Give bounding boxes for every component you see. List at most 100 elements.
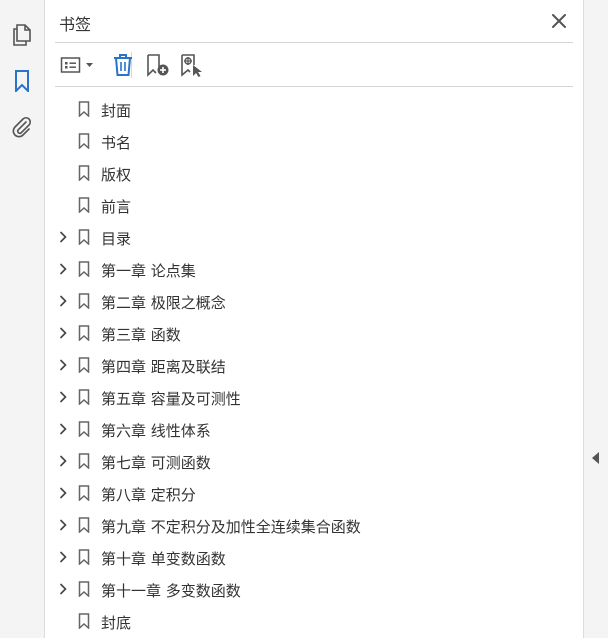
bookmark-item[interactable]: 封底	[45, 605, 583, 637]
expand-toggle[interactable]	[57, 454, 69, 468]
new-bookmark-button[interactable]	[145, 52, 171, 78]
bookmark-icon	[78, 165, 90, 182]
expand-toggle[interactable]	[57, 230, 69, 244]
toolbar-divider	[55, 86, 573, 87]
options-menu-icon	[60, 57, 93, 73]
bookmark-item[interactable]: 第八章 定积分	[45, 477, 583, 509]
bookmark-icon	[78, 197, 90, 214]
expand-toggle[interactable]	[57, 358, 69, 372]
options-menu-button[interactable]	[59, 52, 97, 78]
panel-title: 书签	[59, 15, 92, 34]
bookmark-label: 目录	[101, 230, 132, 248]
expand-toggle[interactable]	[57, 486, 69, 500]
collapse-arrow-icon	[592, 452, 599, 464]
bookmark-item[interactable]: 第一章 论点集	[45, 253, 583, 285]
chevron-right-icon	[59, 583, 67, 595]
expand-toggle[interactable]	[57, 518, 69, 532]
expand-toggle[interactable]	[57, 262, 69, 276]
bookmark-icon	[78, 101, 90, 118]
attachments-button[interactable]	[7, 112, 37, 142]
bookmark-item[interactable]: 第七章 可测函数	[45, 445, 583, 477]
bookmark-icon	[78, 517, 90, 534]
bookmark-label: 第七章 可测函数	[101, 454, 211, 472]
bookmark-item[interactable]: 第四章 距离及联结	[45, 349, 583, 381]
bookmark-label: 第四章 距离及联结	[101, 358, 226, 376]
bookmark-item[interactable]: 第九章 不定积分及加性全连续集合函数	[45, 509, 583, 541]
bookmark-item[interactable]: 目录	[45, 221, 583, 253]
bookmark-icon	[78, 485, 90, 502]
bookmark-label: 版权	[101, 166, 132, 184]
chevron-right-icon	[59, 295, 67, 307]
bookmark-label: 书名	[101, 134, 132, 152]
chevron-right-icon	[59, 519, 67, 531]
chevron-right-icon	[59, 551, 67, 563]
chevron-right-icon	[59, 263, 67, 275]
bookmarks-panel-button[interactable]	[7, 66, 37, 96]
bookmark-icon	[78, 133, 90, 150]
bookmark-label: 第十一章 多变数函数	[101, 582, 241, 600]
page-thumbnails-button[interactable]	[7, 20, 37, 50]
bookmark-icon	[78, 357, 90, 374]
chevron-right-icon	[59, 423, 67, 435]
new-bookmark-icon	[147, 54, 169, 77]
bookmark-icon	[78, 325, 90, 342]
header-divider	[55, 42, 573, 43]
bookmark-item[interactable]: 第十一章 多变数函数	[45, 573, 583, 605]
pages-icon	[13, 24, 31, 46]
attachment-icon	[12, 116, 32, 138]
bookmark-item[interactable]: 版权	[45, 157, 583, 189]
bookmark-icon	[78, 421, 90, 438]
chevron-right-icon	[59, 327, 67, 339]
bookmark-icon	[78, 581, 90, 598]
panel-header: 书签	[45, 0, 583, 42]
bookmark-item[interactable]: 第五章 容量及可测性	[45, 381, 583, 413]
bookmark-item[interactable]: 第六章 线性体系	[45, 413, 583, 445]
bookmark-label: 第八章 定积分	[101, 486, 196, 504]
bookmark-icon	[78, 549, 90, 566]
delete-icon	[114, 54, 132, 76]
bookmark-icon	[78, 389, 90, 406]
bookmark-icon	[78, 229, 90, 246]
chevron-right-icon	[59, 359, 67, 371]
delete-bookmark-button[interactable]	[111, 52, 135, 78]
chevron-right-icon	[59, 455, 67, 467]
bookmark-icon	[15, 70, 29, 92]
panel-collapse-strip[interactable]	[583, 0, 608, 638]
bookmark-item[interactable]: 封面	[45, 93, 583, 125]
bookmark-label: 第一章 论点集	[101, 262, 196, 280]
bookmark-label: 封底	[101, 614, 132, 632]
close-panel-button[interactable]	[548, 10, 570, 32]
expand-toggle[interactable]	[57, 582, 69, 596]
close-icon	[552, 14, 566, 28]
bookmark-label: 第六章 线性体系	[101, 422, 211, 440]
bookmark-label: 封面	[101, 102, 132, 120]
bookmark-icon	[78, 261, 90, 278]
bookmark-item[interactable]: 第二章 极限之概念	[45, 285, 583, 317]
bookmark-label: 第二章 极限之概念	[101, 294, 226, 312]
expand-toggle[interactable]	[57, 390, 69, 404]
bookmark-item[interactable]: 书名	[45, 125, 583, 157]
bookmark-label: 第三章 函数	[101, 326, 181, 344]
bookmark-from-selection-icon	[181, 54, 202, 77]
chevron-right-icon	[59, 231, 67, 243]
expand-toggle[interactable]	[57, 294, 69, 308]
bookmark-from-selection-button[interactable]	[179, 52, 205, 78]
bookmarks-toolbar	[45, 44, 583, 86]
navigation-rail	[0, 0, 45, 638]
bookmark-label: 前言	[101, 198, 132, 216]
bookmark-icon	[78, 293, 90, 310]
bookmark-label: 第十章 单变数函数	[101, 550, 226, 568]
chevron-right-icon	[59, 487, 67, 499]
bookmark-item[interactable]: 前言	[45, 189, 583, 221]
expand-toggle[interactable]	[57, 550, 69, 564]
bookmark-label: 第五章 容量及可测性	[101, 390, 241, 408]
chevron-right-icon	[59, 391, 67, 403]
bookmarks-panel: 书签 封面 书名 版权 前言 目录 第一章 论点集 第二章 极限之概念 第三章 …	[45, 0, 583, 638]
bookmark-icon	[78, 613, 90, 630]
bookmark-icon	[78, 453, 90, 470]
bookmark-item[interactable]: 第三章 函数	[45, 317, 583, 349]
bookmark-label: 第九章 不定积分及加性全连续集合函数	[101, 518, 361, 536]
bookmark-item[interactable]: 第十章 单变数函数	[45, 541, 583, 573]
expand-toggle[interactable]	[57, 422, 69, 436]
expand-toggle[interactable]	[57, 326, 69, 340]
